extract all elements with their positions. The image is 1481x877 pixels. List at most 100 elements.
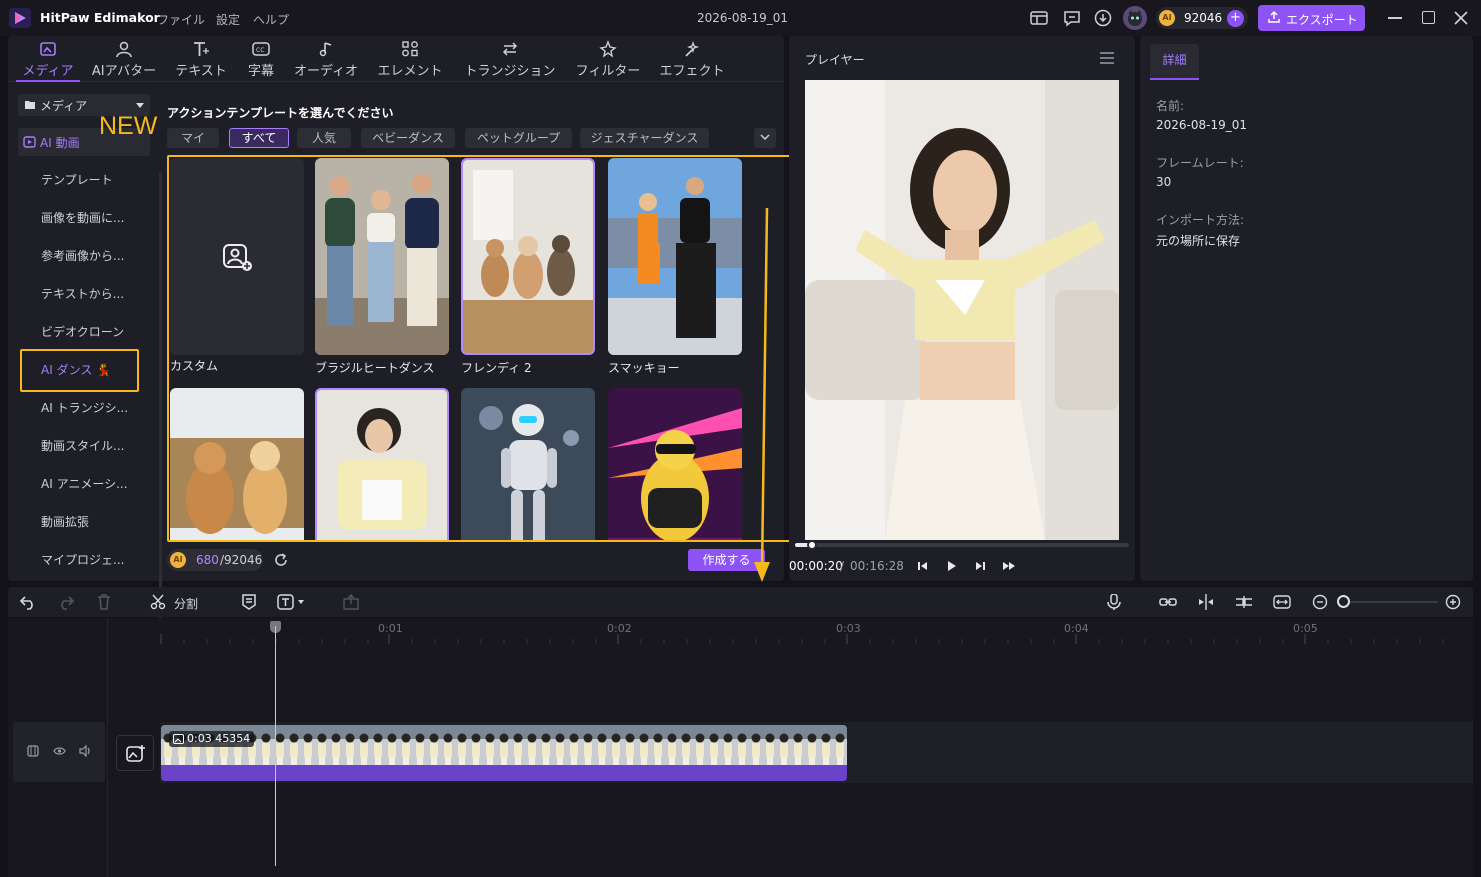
time-ruler[interactable] <box>160 618 1473 646</box>
feedback-icon[interactable] <box>1062 8 1082 28</box>
tab-audio[interactable]: オーディオ <box>288 36 364 82</box>
menu-settings[interactable]: 設定 <box>216 11 240 28</box>
play-icon[interactable] <box>944 559 958 573</box>
zoom-in-icon[interactable] <box>1444 594 1462 610</box>
template-label-custom: カスタム <box>170 359 219 373</box>
tab-filter[interactable]: フィルター <box>570 36 646 82</box>
template-card-pear[interactable] <box>608 388 742 540</box>
tick-label: 0:03 <box>836 622 861 635</box>
chip-popular[interactable]: 人気 <box>297 128 351 148</box>
fit-timeline-icon[interactable] <box>1273 594 1291 610</box>
template-card-robot[interactable] <box>461 388 595 540</box>
credit-balance[interactable]: AI 92046 + <box>1156 7 1248 29</box>
menu-icon[interactable] <box>1100 52 1114 64</box>
export-label: エクスポート <box>1286 13 1358 27</box>
previous-frame-icon[interactable] <box>916 559 930 573</box>
split-audio-icon[interactable] <box>1197 594 1215 610</box>
template-card-brazil-heat-dance[interactable] <box>315 158 449 355</box>
undo-icon[interactable] <box>19 594 37 610</box>
zoom-slider[interactable] <box>1344 601 1438 603</box>
layout-icon[interactable] <box>1029 8 1049 28</box>
tab-details[interactable]: 詳細 <box>1150 44 1199 80</box>
svg-text:CC: CC <box>256 47 264 54</box>
video-clip[interactable]: 0:03 45354 <box>161 725 847 781</box>
sidebar-item-video-clone[interactable]: ビデオクローン <box>41 323 124 340</box>
ai-coin-icon: AI <box>1159 10 1175 26</box>
sidebar-item-ai-dance[interactable]: AI ダンス 💃 <box>41 361 111 378</box>
microphone-icon[interactable] <box>1105 594 1123 610</box>
menu-help[interactable]: ヘルプ <box>253 11 289 28</box>
chip-gesture-dance[interactable]: ジェスチャーダンス <box>580 128 709 148</box>
chip-all[interactable]: すべて <box>229 128 289 148</box>
tick-label: 0:02 <box>607 622 632 635</box>
export-clip-icon[interactable] <box>342 594 360 610</box>
minimize-icon[interactable] <box>1388 17 1402 19</box>
filter-icon <box>598 40 618 58</box>
sidebar-scrollbar[interactable] <box>159 172 162 656</box>
fast-forward-icon[interactable] <box>1002 559 1016 573</box>
girl-dance-thumbnail <box>317 390 447 540</box>
text-tool-icon[interactable] <box>277 594 307 610</box>
sidebar-item-video-extend[interactable]: 動画拡張 <box>41 513 89 530</box>
tab-elements[interactable]: エレメント <box>372 36 448 82</box>
tab-media[interactable]: メディア <box>16 36 80 82</box>
add-media-button[interactable] <box>116 735 154 771</box>
playhead[interactable] <box>275 626 276 866</box>
sidebar-item-ai-animation[interactable]: AI アニメーシ... <box>41 475 128 492</box>
app-logo-icon <box>8 7 32 29</box>
template-card-friendly-2[interactable] <box>461 158 595 355</box>
detail-import-label: インポート方法: <box>1156 213 1245 227</box>
trim-icon[interactable] <box>1235 594 1253 610</box>
playback-progress[interactable] <box>795 540 1129 550</box>
subtitle-tool-icon[interactable] <box>240 594 258 610</box>
sidebar-item-image-to-video[interactable]: 画像を動画に... <box>41 209 124 226</box>
link-icon[interactable] <box>1159 594 1177 610</box>
zoom-slider-handle[interactable] <box>1337 595 1350 608</box>
tab-ai-avatar[interactable]: AIアバター <box>86 36 162 82</box>
refresh-icon[interactable] <box>272 551 290 569</box>
close-icon[interactable] <box>1452 9 1470 27</box>
chip-baby-dance[interactable]: ベビーダンス <box>361 128 455 148</box>
speaker-icon[interactable] <box>79 745 92 757</box>
eye-icon[interactable] <box>53 746 66 756</box>
template-card-smackyo[interactable] <box>608 158 742 355</box>
maximize-icon[interactable] <box>1422 11 1435 24</box>
template-label-smackyo: スマッキョー <box>608 361 680 375</box>
tick-label: 0:04 <box>1064 622 1089 635</box>
add-credits-button[interactable]: + <box>1227 10 1244 27</box>
next-frame-icon[interactable] <box>973 559 987 573</box>
video-preview[interactable] <box>805 80 1119 540</box>
sidebar-item-text-to-video[interactable]: テキストから... <box>41 285 124 302</box>
dance-video-frame <box>805 80 1119 540</box>
progress-handle[interactable] <box>807 540 817 550</box>
template-card-girl-dance[interactable] <box>315 388 449 540</box>
track-header <box>13 722 105 782</box>
chip-pet-group[interactable]: ペットグループ <box>465 128 572 148</box>
tab-effect[interactable]: エフェクト <box>654 36 730 82</box>
sidebar-item-video-style[interactable]: 動画スタイル... <box>41 437 124 454</box>
sidebar-item-reference-image[interactable]: 参考画像から... <box>41 247 124 264</box>
sidebar-item-template[interactable]: テンプレート <box>41 171 113 188</box>
template-card-cat-dog[interactable] <box>170 388 304 540</box>
redo-icon[interactable] <box>57 594 75 610</box>
expand-chips-button[interactable] <box>754 128 776 148</box>
zoom-out-icon[interactable] <box>1311 594 1329 610</box>
tab-transition[interactable]: トランジション <box>458 36 562 82</box>
image-icon <box>173 734 184 744</box>
sidebar-item-ai-transition[interactable]: AI トランジシ... <box>41 399 128 416</box>
delete-icon[interactable] <box>95 594 113 610</box>
split-button[interactable]: 分割 <box>174 595 198 612</box>
sidebar-item-my-projects[interactable]: マイプロジェ... <box>41 551 124 568</box>
tab-subtitle[interactable]: CC 字幕 <box>240 36 282 82</box>
avatar[interactable] <box>1123 6 1147 30</box>
template-card-custom[interactable] <box>170 158 304 355</box>
menu-file[interactable]: ファイル <box>157 11 205 28</box>
export-button[interactable]: エクスポート <box>1258 5 1365 31</box>
tab-text[interactable]: テキスト <box>170 36 232 82</box>
download-icon[interactable] <box>1093 8 1113 28</box>
track-lock-icon[interactable] <box>27 745 39 757</box>
chip-my[interactable]: マイ <box>167 128 219 148</box>
add-image-icon <box>126 745 145 762</box>
scissors-icon[interactable] <box>150 594 168 610</box>
clip-duration-label: 0:03 45354 <box>169 731 255 747</box>
